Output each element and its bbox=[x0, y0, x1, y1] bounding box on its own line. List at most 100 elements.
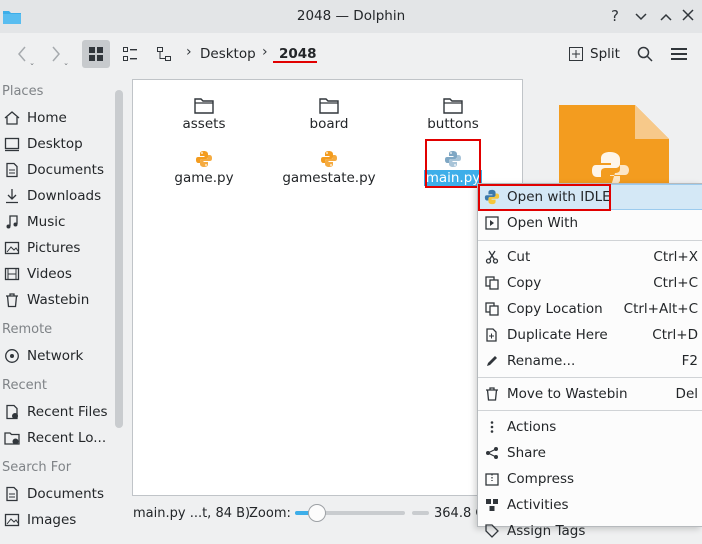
sidebar-item-recent-locations[interactable]: Recent Lo... bbox=[4, 427, 116, 449]
download-icon bbox=[4, 188, 20, 204]
sidebar-item-label: Pictures bbox=[27, 240, 81, 256]
tree-view-button[interactable] bbox=[150, 40, 178, 68]
hamburger-menu-button[interactable] bbox=[665, 40, 693, 68]
icons-view-button[interactable] bbox=[82, 40, 110, 68]
title-bar: 2048 — Dolphin ? bbox=[0, 0, 702, 33]
sidebar-scrollbar[interactable] bbox=[115, 90, 123, 428]
zoom-slider-handle[interactable] bbox=[308, 504, 326, 522]
sidebar-item-wastebin[interactable]: Wastebin bbox=[4, 289, 116, 311]
music-note-icon bbox=[4, 214, 20, 230]
menu-item-label: Rename... bbox=[507, 353, 576, 369]
file-item-gamestate-py[interactable]: gamestate.py bbox=[274, 144, 384, 186]
annotation-box-open-with-idle bbox=[478, 184, 611, 211]
document-icon bbox=[4, 486, 20, 502]
folder-icon bbox=[274, 90, 384, 114]
split-view-icon bbox=[569, 47, 583, 61]
sidebar-item-label: Recent Lo... bbox=[27, 430, 107, 446]
arrow-left-icon bbox=[18, 46, 26, 62]
help-button[interactable]: ? bbox=[605, 6, 625, 26]
sidebar-item-pictures[interactable]: Pictures bbox=[4, 237, 116, 259]
recent-heading: Recent bbox=[2, 378, 47, 393]
file-item-board[interactable]: board bbox=[274, 90, 384, 132]
python-file-icon bbox=[149, 144, 259, 168]
menu-item-label: Share bbox=[507, 445, 546, 461]
sidebar-item-videos[interactable]: Videos bbox=[4, 263, 116, 285]
tag-icon bbox=[484, 523, 500, 539]
back-button[interactable]: ⌄ bbox=[8, 40, 36, 68]
remote-heading: Remote bbox=[2, 322, 53, 337]
menu-item-label: Duplicate Here bbox=[507, 327, 608, 343]
folder-icon bbox=[398, 90, 508, 114]
places-heading: Places bbox=[2, 84, 44, 99]
recent-document-icon bbox=[4, 404, 20, 420]
python-file-icon bbox=[274, 144, 384, 168]
file-name: assets bbox=[182, 116, 226, 132]
split-label: Split bbox=[590, 46, 620, 62]
details-view-button[interactable] bbox=[116, 40, 144, 68]
close-button[interactable] bbox=[678, 6, 698, 26]
pencil-icon bbox=[484, 353, 500, 369]
file-name: buttons bbox=[427, 116, 479, 132]
sidebar-item-search-documents[interactable]: Documents bbox=[4, 483, 116, 505]
menu-separator bbox=[478, 410, 702, 411]
menu-item-move-to-wastebin[interactable]: Move to Wastebin Del bbox=[478, 381, 702, 407]
scissors-icon bbox=[484, 249, 500, 265]
menu-item-compress[interactable]: Compress bbox=[478, 466, 702, 492]
menu-item-label: Open With bbox=[507, 215, 579, 231]
file-name: gamestate.py bbox=[282, 170, 376, 186]
file-item-assets[interactable]: assets bbox=[149, 90, 259, 132]
search-icon bbox=[637, 46, 653, 62]
sidebar-item-label: Documents bbox=[27, 162, 104, 178]
menu-item-cut[interactable]: Cut Ctrl+X bbox=[478, 244, 702, 270]
menu-item-activities[interactable]: Activities bbox=[478, 492, 702, 518]
breadcrumb-chevron-icon: › bbox=[186, 44, 192, 60]
zoom-slider[interactable] bbox=[295, 504, 405, 522]
search-button[interactable] bbox=[631, 40, 659, 68]
menu-item-share[interactable]: Share bbox=[478, 440, 702, 466]
file-item-buttons[interactable]: buttons bbox=[398, 90, 508, 132]
sidebar-item-documents[interactable]: Documents bbox=[4, 159, 116, 181]
file-item-game-py[interactable]: game.py bbox=[149, 144, 259, 186]
menu-item-copy-location[interactable]: Copy Location Ctrl+Alt+C bbox=[478, 296, 702, 322]
details-view-icon bbox=[123, 47, 137, 61]
minimize-button[interactable] bbox=[631, 6, 651, 26]
hamburger-icon bbox=[671, 48, 687, 60]
menu-item-duplicate-here[interactable]: Duplicate Here Ctrl+D bbox=[478, 322, 702, 348]
sidebar-item-label: Videos bbox=[27, 266, 72, 282]
menu-item-label: Move to Wastebin bbox=[507, 386, 628, 402]
sidebar-item-label: Images bbox=[27, 512, 77, 528]
menu-item-rename[interactable]: Rename... F2 bbox=[478, 348, 702, 374]
maximize-button[interactable] bbox=[656, 6, 676, 26]
sidebar-item-home[interactable]: Home bbox=[4, 107, 116, 129]
activities-icon bbox=[484, 497, 500, 513]
sidebar-item-label: Music bbox=[27, 214, 66, 230]
menu-item-copy[interactable]: Copy Ctrl+C bbox=[478, 270, 702, 296]
copy-icon bbox=[484, 275, 500, 291]
menu-item-label: Activities bbox=[507, 497, 569, 513]
sidebar-item-search-images[interactable]: Images bbox=[4, 509, 116, 531]
sidebar-item-downloads[interactable]: Downloads bbox=[4, 185, 116, 207]
shortcut-label: F2 bbox=[681, 353, 698, 369]
menu-item-label: Cut bbox=[507, 249, 531, 265]
menu-item-open-with[interactable]: Open With bbox=[478, 210, 702, 236]
split-button[interactable]: Split bbox=[568, 41, 620, 67]
menu-separator bbox=[478, 377, 702, 378]
sidebar-item-recent-files[interactable]: Recent Files bbox=[4, 401, 116, 423]
menu-item-actions[interactable]: Actions bbox=[478, 414, 702, 440]
forward-button[interactable]: ⌄ bbox=[42, 40, 70, 68]
breadcrumb-current[interactable]: 2048 bbox=[279, 46, 317, 62]
sidebar-item-music[interactable]: Music bbox=[4, 211, 116, 233]
sidebar-item-label: Wastebin bbox=[27, 292, 90, 308]
search-for-heading: Search For bbox=[2, 460, 72, 475]
shortcut-label: Ctrl+X bbox=[653, 249, 698, 265]
home-icon bbox=[4, 110, 20, 126]
sidebar-item-network[interactable]: Network bbox=[4, 345, 116, 367]
sidebar-item-desktop[interactable]: Desktop bbox=[4, 133, 116, 155]
trash-icon bbox=[484, 386, 500, 402]
menu-item-assign-tags[interactable]: Assign Tags bbox=[478, 518, 702, 544]
menu-item-label: Actions bbox=[507, 419, 557, 435]
desktop-icon bbox=[4, 136, 20, 152]
breadcrumb-desktop[interactable]: Desktop bbox=[200, 46, 256, 62]
more-vertical-icon bbox=[484, 419, 500, 435]
sidebar-item-label: Home bbox=[27, 110, 67, 126]
